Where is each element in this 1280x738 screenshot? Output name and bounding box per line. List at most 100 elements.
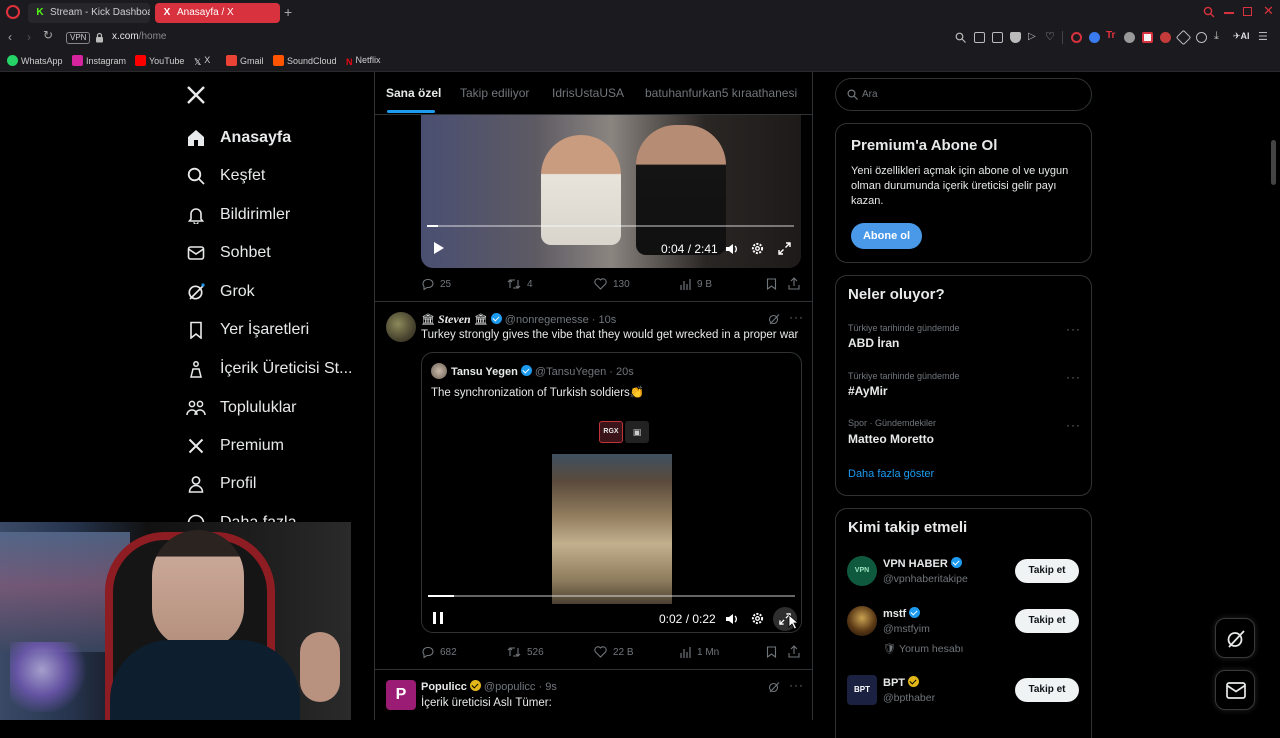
tab-sana-ozel[interactable]: Sana özel xyxy=(386,86,441,100)
grok-icon[interactable] xyxy=(768,313,780,325)
sidebar-item-sohbet[interactable]: Sohbet xyxy=(186,238,271,268)
blue-ext-icon[interactable] xyxy=(1089,32,1100,43)
video-player[interactable]: RGX ▣ 0:02 / 0:22 xyxy=(422,411,801,632)
subscribe-button[interactable]: Abone ol xyxy=(851,223,922,249)
ai-button[interactable]: ✈AI xyxy=(1233,31,1250,42)
post-time[interactable]: · 10s xyxy=(592,314,616,326)
repost-button[interactable]: 526 xyxy=(507,646,544,658)
messages-floating-button[interactable] xyxy=(1215,670,1255,710)
reply-button[interactable]: 682 xyxy=(421,646,457,658)
account-name[interactable]: BPT xyxy=(883,676,919,689)
tab-takip-ediliyor[interactable]: Takip ediliyor xyxy=(460,86,529,100)
reply-button[interactable]: 25 xyxy=(421,278,451,290)
quote-tweet[interactable]: Tansu Yegen @TansuYegen · 20s The synchr… xyxy=(421,352,802,633)
bookmark-icon[interactable] xyxy=(766,278,777,290)
avatar[interactable]: VPN xyxy=(847,556,877,586)
page-scrollbar[interactable] xyxy=(1271,140,1276,185)
show-more-link[interactable]: Daha fazla göster xyxy=(848,468,934,480)
menu-icon[interactable]: ☰ xyxy=(1258,30,1268,43)
video-progress-track[interactable] xyxy=(428,595,795,597)
sidebar-item-topluluklar[interactable]: Topluluklar xyxy=(186,393,296,423)
sidebar-item-premium[interactable]: Premium xyxy=(186,431,284,461)
reload-icon[interactable]: ↻ xyxy=(43,28,53,42)
quote-author-name[interactable]: Tansu Yegen xyxy=(451,366,518,378)
new-tab-button[interactable]: + xyxy=(284,4,292,20)
grok-icon[interactable] xyxy=(768,681,780,693)
tab-idrisustausa[interactable]: IdrisUstaUSA xyxy=(552,86,624,100)
author-handle[interactable]: @nonregemesse xyxy=(505,314,589,326)
bookmark-instagram[interactable]: Instagram xyxy=(72,55,126,66)
author-name[interactable]: Steven xyxy=(438,312,471,326)
search-input[interactable]: Ara xyxy=(835,78,1092,111)
sidebar-item-grok[interactable]: Grok xyxy=(186,277,255,307)
account-name[interactable]: VPN HABER xyxy=(883,557,962,570)
avatar[interactable]: P xyxy=(386,680,416,710)
author-name[interactable]: Populicc xyxy=(421,681,467,693)
close-window-icon[interactable]: ✕ xyxy=(1263,3,1274,19)
more-options-icon[interactable]: ··· xyxy=(1066,370,1081,384)
minimize-icon[interactable] xyxy=(1224,12,1234,14)
bookmark-icon[interactable] xyxy=(766,646,777,658)
post-time[interactable]: · 9s xyxy=(539,681,557,693)
account-name[interactable]: mstf xyxy=(883,607,921,620)
play-icon[interactable]: ▷ xyxy=(1028,31,1036,42)
bookmark-netflix[interactable]: N Netflix xyxy=(346,55,381,68)
volume-icon[interactable] xyxy=(725,243,739,258)
tab-anasayfa-x[interactable]: X Anasayfa / X xyxy=(155,3,280,23)
volume-icon[interactable] xyxy=(725,613,739,628)
red-box-ext-icon[interactable] xyxy=(1142,32,1153,43)
account-icon[interactable] xyxy=(1196,32,1207,43)
sidebar-item-anasayfa[interactable]: Anasayfa xyxy=(186,123,291,153)
forward-icon[interactable]: › xyxy=(27,30,31,44)
video-progress-track[interactable] xyxy=(427,225,794,227)
download-icon[interactable]: ⤓ xyxy=(1214,30,1219,43)
views-button[interactable]: 9 B xyxy=(680,278,712,290)
more-options-icon[interactable]: ··· xyxy=(789,678,804,692)
bookmark-soundcloud[interactable]: SoundCloud xyxy=(273,55,337,66)
opera-logo-icon[interactable] xyxy=(6,5,20,19)
more-options-icon[interactable]: ··· xyxy=(1066,322,1081,336)
bookmark-x[interactable]: 𝕏X xyxy=(194,55,210,68)
url-field[interactable]: x.com/home xyxy=(112,31,166,42)
avatar[interactable] xyxy=(386,312,416,342)
grok-floating-button[interactable] xyxy=(1215,618,1255,658)
sidebar-item-icerik-ureticisi[interactable]: İçerik Üreticisi St... xyxy=(186,354,352,384)
trend-item[interactable]: Matteo Moretto xyxy=(848,432,934,446)
author-handle[interactable]: @populicc xyxy=(484,681,536,693)
play-icon[interactable] xyxy=(433,241,445,258)
follow-button[interactable]: Takip et xyxy=(1015,678,1079,702)
trend-item[interactable]: #AyMir xyxy=(848,384,888,398)
adblock-ext-icon[interactable] xyxy=(1124,32,1135,43)
like-button[interactable]: 130 xyxy=(594,278,630,290)
tab-stream-kick[interactable]: K Stream - Kick Dashboa xyxy=(28,3,150,23)
back-icon[interactable]: ‹ xyxy=(8,30,12,44)
bookmark-whatsapp[interactable]: WhatsApp xyxy=(7,55,63,66)
avatar[interactable] xyxy=(847,606,877,636)
opera-ext-icon[interactable] xyxy=(1071,32,1082,43)
follow-button[interactable]: Takip et xyxy=(1015,609,1079,633)
pin-icon[interactable] xyxy=(974,32,985,43)
heart-icon[interactable]: ♡ xyxy=(1045,30,1055,43)
sidebar-item-kesfet[interactable]: Keşfet xyxy=(186,161,265,191)
sidebar-item-profil[interactable]: Profil xyxy=(186,469,256,499)
x-logo-icon[interactable] xyxy=(186,85,206,105)
red-ext-icon[interactable] xyxy=(1160,32,1171,43)
video-player[interactable]: 0:04 / 2:41 xyxy=(421,115,801,268)
restore-icon[interactable] xyxy=(1243,7,1252,16)
more-options-icon[interactable]: ··· xyxy=(1066,418,1081,432)
bookmark-youtube[interactable]: YouTube xyxy=(135,55,184,66)
views-button[interactable]: 1 Mn xyxy=(680,646,719,658)
bookmark-gmail[interactable]: Gmail xyxy=(226,55,264,66)
search-tabs-icon[interactable] xyxy=(1203,6,1215,18)
follow-button[interactable]: Takip et xyxy=(1015,559,1079,583)
share-icon[interactable] xyxy=(788,277,800,290)
sidebar-item-bildirimler[interactable]: Bildirimler xyxy=(186,200,290,230)
settings-icon[interactable] xyxy=(751,612,764,628)
sidebar-item-yer-isaretleri[interactable]: Yer İşaretleri xyxy=(186,315,309,345)
repost-button[interactable]: 4 xyxy=(507,278,533,290)
pause-icon[interactable] xyxy=(432,611,444,628)
zoom-icon[interactable] xyxy=(955,32,966,43)
tab-batuhanfurkan5[interactable]: batuhanfurkan5 kıraathanesi xyxy=(645,86,797,100)
snapshot-icon[interactable] xyxy=(992,32,1003,43)
avatar[interactable]: BPT xyxy=(847,675,877,705)
